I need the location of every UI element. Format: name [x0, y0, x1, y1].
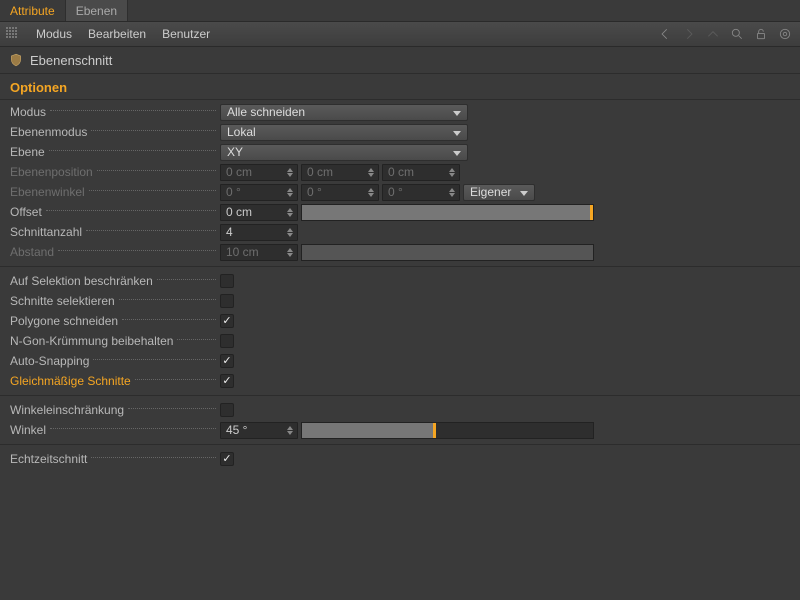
up-icon[interactable] [704, 25, 722, 43]
label-echtzeitschnitt: Echtzeitschnitt [10, 452, 220, 466]
divider [0, 444, 800, 445]
section-optionen: Optionen [0, 74, 800, 100]
tab-ebenen[interactable]: Ebenen [66, 0, 128, 21]
nav-fwd-icon [680, 25, 698, 43]
posy-field[interactable]: 0 cm [301, 164, 379, 181]
object-title-bar: Ebenenschnitt [0, 47, 800, 74]
label-auto-snapping: Auto-Snapping [10, 354, 220, 368]
label-ngon: N-Gon-Krümmung beibehalten [10, 334, 220, 348]
angy-field[interactable]: 0 ° [301, 184, 379, 201]
label-ebenenposition: Ebenenposition [10, 165, 220, 179]
tab-attribute[interactable]: Attribute [0, 0, 66, 21]
check-winkeleinschraenkung[interactable] [220, 403, 234, 417]
check-polygone-schneiden[interactable] [220, 314, 234, 328]
label-offset: Offset [10, 205, 220, 219]
label-winkeleinschraenkung: Winkeleinschränkung [10, 403, 220, 417]
label-polygone-schneiden: Polygone schneiden [10, 314, 220, 328]
divider [0, 395, 800, 396]
shield-icon [8, 52, 24, 68]
menubar: Modus Bearbeiten Benutzer [0, 22, 800, 47]
label-ebene: Ebene [10, 145, 220, 159]
label-abstand: Abstand [10, 245, 220, 259]
divider [0, 266, 800, 267]
angx-field[interactable]: 0 ° [220, 184, 298, 201]
grip-icon [6, 27, 20, 41]
nav-back-icon[interactable] [656, 25, 674, 43]
abstand-field[interactable]: 10 cm [220, 244, 298, 261]
target-icon[interactable] [776, 25, 794, 43]
label-ebenenwinkel: Ebenenwinkel [10, 185, 220, 199]
offset-field[interactable]: 0 cm [220, 204, 298, 221]
label-schnitte-selektieren: Schnitte selektieren [10, 294, 220, 308]
label-ebenenmodus: Ebenenmodus [10, 125, 220, 139]
angz-field[interactable]: 0 ° [382, 184, 460, 201]
label-schnittanzahl: Schnittanzahl [10, 225, 220, 239]
check-ngon[interactable] [220, 334, 234, 348]
check-gleichmaessig[interactable] [220, 374, 234, 388]
search-icon[interactable] [728, 25, 746, 43]
options-rows: Modus Alle schneiden Ebenenmodus Lokal E… [0, 100, 800, 471]
check-auf-selektion[interactable] [220, 274, 234, 288]
check-schnitte-selektieren[interactable] [220, 294, 234, 308]
check-echtzeitschnitt[interactable] [220, 452, 234, 466]
posz-field[interactable]: 0 cm [382, 164, 460, 181]
object-title: Ebenenschnitt [30, 53, 112, 68]
main-tabs: Attribute Ebenen [0, 0, 800, 22]
label-auf-selektion: Auf Selektion beschränken [10, 274, 220, 288]
winkel-slider[interactable] [301, 422, 594, 439]
menu-bearbeiten[interactable]: Bearbeiten [80, 27, 154, 41]
schnittanzahl-field[interactable]: 4 [220, 224, 298, 241]
label-winkel: Winkel [10, 423, 220, 437]
abstand-slider [301, 244, 594, 261]
label-modus: Modus [10, 105, 220, 119]
dropdown-winkelmode[interactable]: Eigener [463, 184, 535, 201]
dropdown-ebene[interactable]: XY [220, 144, 468, 161]
menu-modus[interactable]: Modus [28, 27, 80, 41]
dropdown-ebenenmodus[interactable]: Lokal [220, 124, 468, 141]
menu-benutzer[interactable]: Benutzer [154, 27, 218, 41]
label-gleichmaessig: Gleichmäßige Schnitte [10, 374, 220, 388]
posx-field[interactable]: 0 cm [220, 164, 298, 181]
winkel-field[interactable]: 45 ° [220, 422, 298, 439]
lock-icon[interactable] [752, 25, 770, 43]
dropdown-modus[interactable]: Alle schneiden [220, 104, 468, 121]
check-auto-snapping[interactable] [220, 354, 234, 368]
offset-slider[interactable] [301, 204, 594, 221]
